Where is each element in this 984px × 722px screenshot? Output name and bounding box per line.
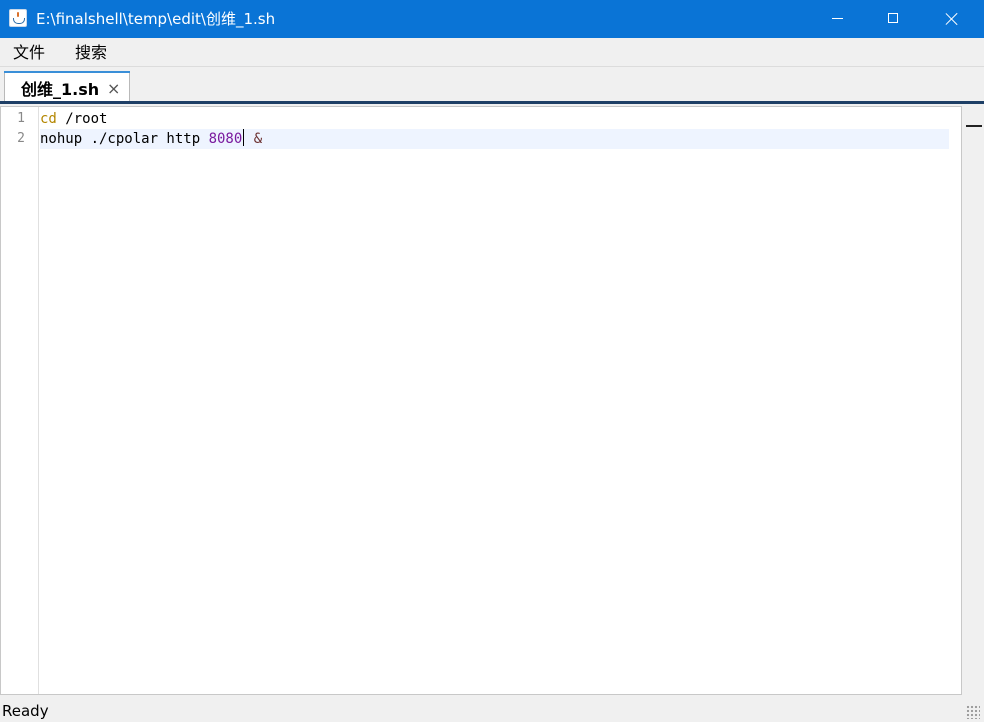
window-title: E:\finalshell\temp\edit\创维_1.sh	[36, 10, 276, 28]
tab-underline	[0, 101, 984, 104]
tab-strip: 创维_1.sh ×	[0, 66, 984, 104]
title-bar[interactable]: E:\finalshell\temp\edit\创维_1.sh	[0, 0, 984, 38]
line-number-gutter: 1 2	[1, 107, 39, 694]
code-operator: &	[245, 131, 263, 147]
maximize-icon	[888, 13, 898, 23]
minimize-button[interactable]	[812, 0, 864, 38]
code-keyword: cd	[40, 111, 57, 127]
menu-file[interactable]: 文件	[13, 43, 45, 63]
java-app-icon	[9, 9, 27, 27]
code-line[interactable]: cd /root	[40, 109, 949, 129]
close-icon	[945, 12, 959, 26]
line-number: 1	[17, 111, 25, 126]
maximize-button[interactable]	[868, 0, 920, 38]
tab-close-icon[interactable]: ×	[107, 80, 120, 98]
code-text: nohup ./cpolar http	[40, 131, 209, 147]
line-number: 2	[17, 131, 25, 146]
code-text: /root	[56, 111, 108, 127]
code-line-current[interactable]: nohup ./cpolar http 8080 &	[40, 129, 949, 149]
code-number: 8080	[208, 131, 243, 147]
status-text: Ready	[2, 702, 49, 720]
minimize-icon	[832, 18, 843, 19]
menu-search[interactable]: 搜索	[75, 43, 107, 63]
close-button[interactable]	[926, 0, 978, 38]
tab-label: 创维_1.sh	[21, 80, 100, 99]
menu-bar: 文件 搜索	[0, 38, 984, 66]
status-bar: Ready	[0, 699, 984, 722]
resize-grip-icon[interactable]	[966, 705, 980, 719]
editor-window: E:\finalshell\temp\edit\创维_1.sh 文件 搜索 创维…	[0, 0, 984, 722]
code-editor[interactable]: 1 2 cd /root nohup ./cpolar http 8080 &	[0, 106, 962, 695]
marker-strip[interactable]	[962, 106, 984, 695]
tab-file[interactable]: 创维_1.sh ×	[4, 71, 130, 104]
line-marker[interactable]	[966, 125, 982, 127]
